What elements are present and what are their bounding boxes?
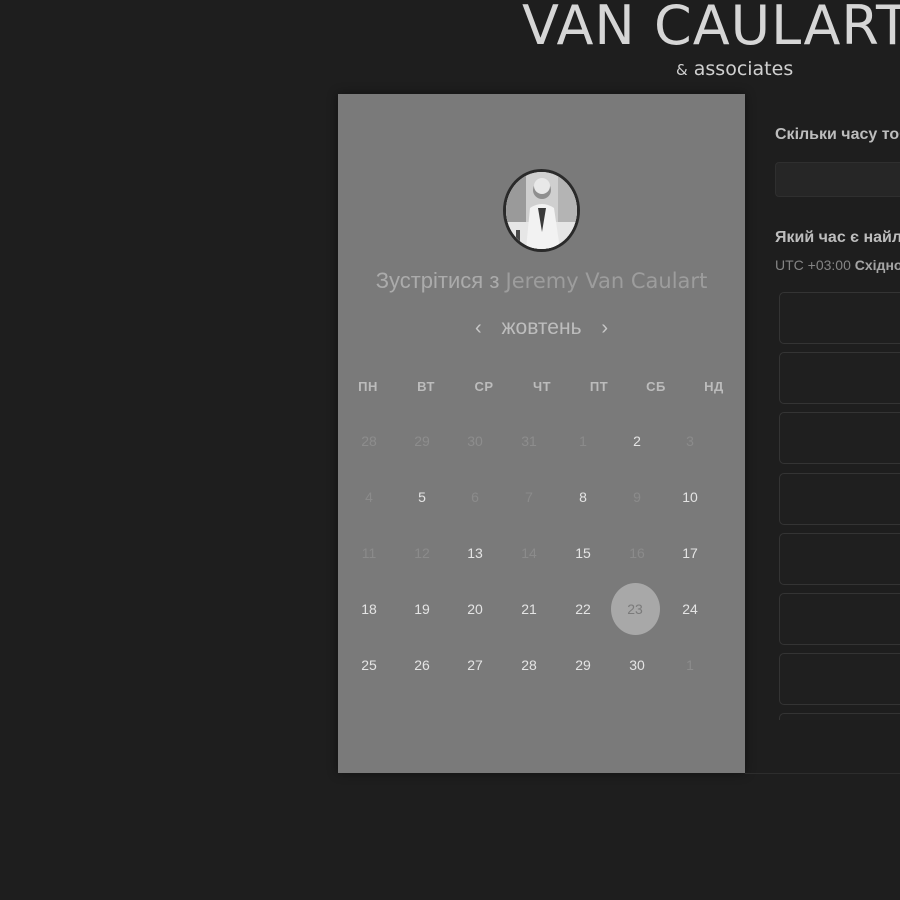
time-slot-button[interactable] [779,533,900,585]
calendar-day: 7 [525,489,533,505]
calendar-day: 14 [521,545,537,561]
weekday-header: ПН [358,379,378,394]
chevron-right-icon[interactable]: › [587,317,622,339]
weekday-header: СР [474,379,494,394]
calendar-day: 16 [629,545,645,561]
calendar-day: 30 [467,433,483,449]
time-slot-button[interactable] [779,653,900,705]
duration-select[interactable] [775,162,900,197]
calendar-day: 12 [414,545,430,561]
calendar-day[interactable]: 5 [395,487,449,507]
calendar-day[interactable]: 21 [502,599,556,619]
month-navigation: ‹ жовтень › [338,316,745,340]
calendar-day[interactable]: 2 [610,431,664,451]
calendar-day: 6 [471,489,479,505]
calendar-day: 1 [686,657,694,673]
calendar-card: Зустрітися з Jeremy Van Caulart ‹ жовтен… [338,94,745,773]
weekday-header: ВТ [417,379,435,394]
month-label: жовтень [501,316,582,339]
timezone-offset: UTC +03:00 [775,257,851,273]
calendar-day: 3 [686,433,694,449]
meeting-title: Зустрітися з Jeremy Van Caulart [338,268,745,294]
time-slot-button[interactable] [779,412,900,464]
calendar-day[interactable]: 24 [663,599,717,619]
host-name: Jeremy Van Caulart [505,269,708,293]
time-slot-button[interactable] [779,352,900,404]
calendar-day: 28 [361,433,377,449]
time-slot-button[interactable] [779,593,900,645]
calendar-day[interactable]: 25 [342,655,396,675]
timezone-name: Східно [854,257,900,273]
weekday-header: ПТ [589,379,609,394]
divider [745,773,900,774]
calendar-day: 4 [365,489,373,505]
calendar-day: 31 [521,433,537,449]
calendar-day[interactable]: 10 [663,487,717,507]
calendar-day: 1 [579,433,587,449]
calendar-day[interactable]: 17 [663,543,717,563]
selected-calendar-day[interactable]: 23 [608,599,662,619]
calendar-day[interactable]: 18 [342,599,396,619]
calendar-day: 11 [361,545,377,561]
calendar-day[interactable]: 28 [502,655,556,675]
time-slot-button[interactable] [779,713,900,720]
calendar-day[interactable]: 29 [556,655,610,675]
brand-name: VAN CAULART [522,0,900,57]
calendar-day[interactable]: 27 [448,655,502,675]
calendar-day[interactable]: 13 [448,543,502,563]
calendar-day[interactable]: 15 [556,543,610,563]
calendar-day[interactable]: 26 [395,655,449,675]
brand-subtitle-text: associates [693,58,794,80]
calendar-day[interactable]: 30 [610,655,664,675]
weekday-header: СБ [646,379,666,394]
chevron-left-icon[interactable]: ‹ [461,317,496,339]
calendar-day: 29 [414,433,430,449]
weekday-header: НД [704,379,724,394]
time-slot-button[interactable] [779,292,900,344]
meeting-title-prefix: Зустрітися з [375,268,500,293]
calendar-day[interactable]: 8 [556,487,610,507]
calendar-day[interactable]: 19 [395,599,449,619]
timezone-label[interactable]: UTC +03:00 Східно [775,257,900,273]
brand-subtitle: & associates [676,58,793,80]
calendar-day[interactable]: 20 [448,599,502,619]
time-question: Який час є найлі [775,229,900,246]
time-slot-button[interactable] [779,473,900,525]
portrait-image [506,172,577,249]
weekday-header: ЧТ [532,379,552,394]
calendar-day[interactable]: 22 [556,599,610,619]
avatar [503,169,580,252]
calendar-day: 9 [633,489,641,505]
brand-ampersand: & [676,61,688,79]
duration-question: Скільки часу тоб [775,126,900,143]
